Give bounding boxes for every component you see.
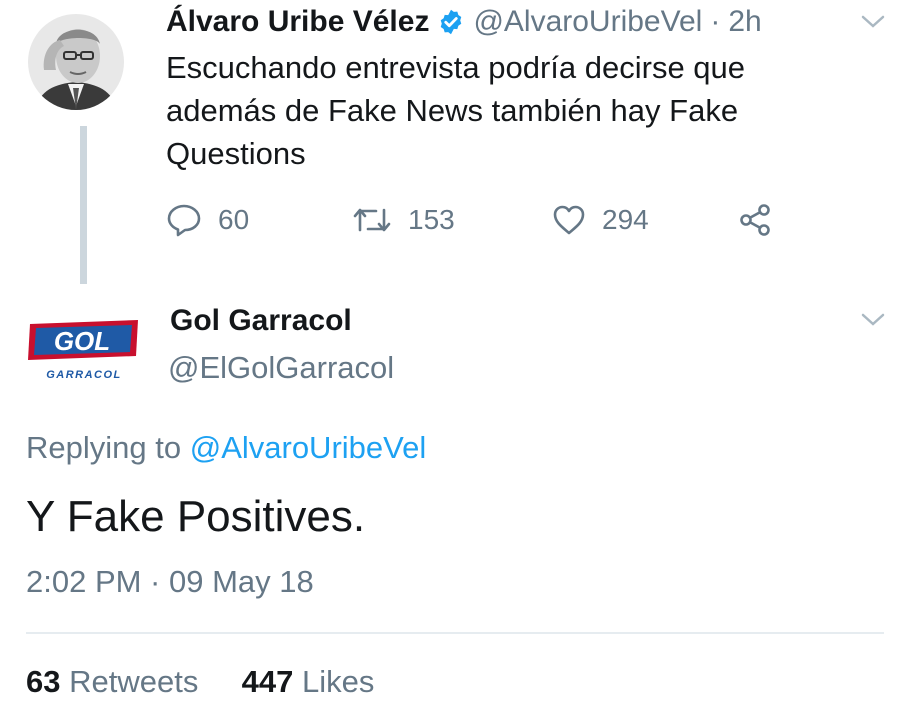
thread-connector-line [80, 126, 87, 284]
avatar-photo-icon [28, 14, 124, 110]
gol-garracol-logo: GOL GARRACOL [28, 320, 138, 381]
retweets-stat[interactable]: 63 Retweets [26, 664, 207, 699]
parent-handle[interactable]: @AlvaroUribeVel [473, 5, 702, 39]
chevron-down-icon[interactable] [860, 312, 886, 328]
replying-to-link[interactable]: @AlvaroUribeVel [190, 430, 427, 465]
reply-count: 60 [218, 204, 250, 235]
like-icon [553, 205, 585, 235]
reply-button[interactable]: 60 [166, 200, 249, 240]
replying-prefix: Replying to [26, 430, 182, 465]
parent-time[interactable]: 2h [728, 5, 761, 39]
tweet-timestamp[interactable]: 2:02 PM · 09 May 18 [26, 564, 314, 600]
retweets-label: Retweets [69, 664, 199, 699]
retweet-count: 153 [408, 204, 455, 235]
gol-garracol-avatar[interactable]: GOL GARRACOL [26, 318, 142, 384]
reply-icon [167, 204, 201, 237]
parent-tweet-text: Escuchando entrevista podría decirse que… [166, 50, 746, 171]
like-button[interactable]: 294 [552, 200, 649, 240]
share-icon [740, 204, 770, 236]
likes-label: Likes [301, 664, 375, 699]
reply-display-name[interactable]: Gol Garracol [170, 304, 352, 338]
reply-handle[interactable]: @ElGolGarracol [168, 350, 394, 386]
verified-badge-icon [441, 9, 462, 35]
parent-tweet-header: Álvaro Uribe Vélez @AlvaroUribeVel · 2h [166, 2, 762, 42]
likes-count: 447 [241, 664, 294, 699]
parent-tweet-actions: 60 153 294 [166, 200, 806, 240]
retweets-count: 63 [26, 664, 61, 699]
tweet-stats: 63 Retweets 447 Likes [26, 664, 374, 700]
likes-stat[interactable]: 447 Likes [242, 664, 375, 699]
reply-tweet-text: Y Fake Positives. [26, 492, 366, 541]
parent-display-name[interactable]: Álvaro Uribe Vélez [166, 5, 429, 39]
header-separator: · [710, 5, 721, 38]
like-count: 294 [602, 204, 649, 235]
logo-sub-text: GARRACOL [46, 369, 122, 381]
chevron-down-icon[interactable] [860, 14, 886, 30]
share-button[interactable] [738, 200, 788, 240]
retweet-button[interactable]: 153 [352, 200, 455, 240]
retweet-icon [353, 208, 391, 232]
parent-avatar[interactable] [26, 10, 126, 118]
logo-main-text: GOL [54, 326, 110, 356]
divider [26, 632, 884, 634]
replying-to-line: Replying to @AlvaroUribeVel [26, 430, 426, 466]
